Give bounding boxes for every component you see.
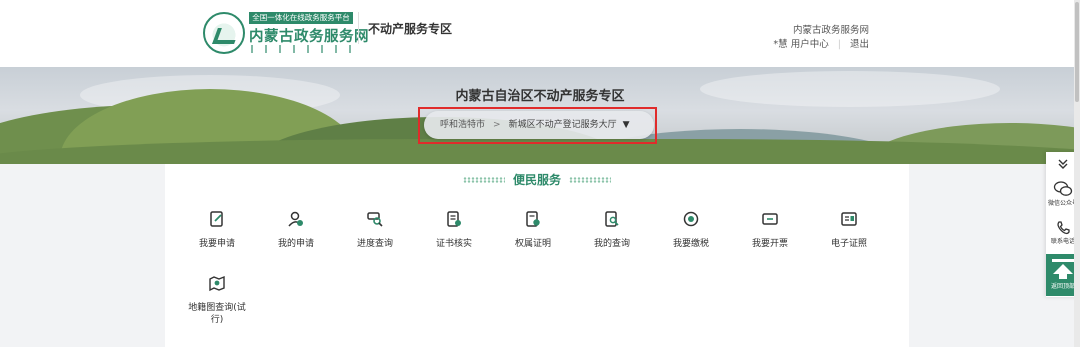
service-apply[interactable]: 我要申请 [182, 210, 252, 250]
invoice-ticket-icon [762, 213, 778, 225]
service-certificate-verify[interactable]: 证书核实 [419, 210, 489, 250]
dots-decoration [569, 176, 611, 183]
service-pay-tax[interactable]: 我要缴税 [656, 210, 726, 250]
services-panel: 便民服务 我要申请 我的申请 进度查询 证书核实 权属证明 我的查询 我要缴税 … [165, 164, 909, 347]
service-issue-invoice[interactable]: 我要开票 [735, 210, 805, 250]
e-license-icon [841, 212, 857, 226]
wechat-icon [1053, 181, 1073, 196]
user-center-link[interactable]: 用户中心 [791, 36, 829, 50]
service-ownership-proof[interactable]: 权属证明 [498, 210, 568, 250]
site-name-link[interactable]: 内蒙古政务服务网 [793, 22, 869, 36]
service-my-applications[interactable]: 我的申请 [261, 210, 331, 250]
hero-banner: 内蒙古自治区不动产服务专区 呼和浩特市 > 新城区不动产登记服务大厅 ▼ [0, 67, 1080, 164]
scrollbar-thumb[interactable] [1075, 2, 1079, 102]
service-label: 我的查询 [593, 239, 630, 249]
phone-icon [1057, 221, 1070, 235]
header-divider [358, 12, 359, 44]
services-heading: 便民服务 [165, 171, 909, 188]
service-label: 我要缴税 [672, 239, 709, 249]
service-label: 我的申请 [277, 239, 314, 249]
service-label: 电子证照 [830, 239, 867, 249]
service-label: 我要开票 [751, 239, 788, 249]
logout-link[interactable]: 退出 [850, 36, 869, 50]
document-search-icon [605, 211, 619, 227]
back-to-top-label: 返回顶部 [1050, 283, 1075, 290]
service-label: 证书核实 [435, 239, 472, 249]
mongolian-script-decoration [251, 45, 351, 53]
progress-search-icon [367, 212, 383, 227]
service-label: 进度查询 [356, 239, 393, 249]
banner-title: 内蒙古自治区不动产服务专区 [455, 89, 625, 104]
service-my-queries[interactable]: 我的查询 [577, 210, 647, 250]
service-label: 权属证明 [514, 239, 551, 249]
logo-title: 内蒙古政务服务网 [249, 29, 369, 45]
user-links: *慧 用户中心 | 退出 [773, 36, 869, 50]
user-name: *慧 [773, 39, 788, 50]
dots-decoration [462, 176, 505, 183]
service-label: 我要申请 [198, 239, 235, 249]
cadastral-map-icon [209, 275, 225, 292]
service-progress-query[interactable]: 进度查询 [340, 210, 410, 250]
arrow-up-icon [1052, 259, 1074, 279]
user-check-icon [288, 211, 303, 227]
highlight-annotation [418, 107, 657, 144]
site-logo[interactable]: 全国一体化在线政务服务平台 内蒙古政务服务网 [203, 10, 369, 56]
ownership-proof-icon [526, 211, 540, 227]
certificate-check-icon [447, 211, 461, 227]
phone-label: 联系电话 [1050, 238, 1075, 245]
logo-tagline: 全国一体化在线政务服务平台 [249, 12, 353, 24]
services-heading-text: 便民服务 [512, 173, 561, 187]
link-separator: | [837, 39, 841, 50]
tax-payment-icon [683, 211, 699, 227]
chevron-double-down-icon [1058, 159, 1068, 169]
service-label: 地籍图查询(试行) [188, 303, 246, 325]
section-title: 不动产服务专区 [368, 22, 453, 36]
edit-document-icon [210, 211, 223, 227]
service-cadastral-map[interactable]: 地籍图查询(试行) [182, 274, 252, 326]
service-e-license[interactable]: 电子证照 [814, 210, 884, 250]
top-header: 全国一体化在线政务服务平台 内蒙古政务服务网 不动产服务专区 内蒙古政务服务网 … [0, 0, 1080, 67]
emblem-icon [203, 12, 245, 54]
